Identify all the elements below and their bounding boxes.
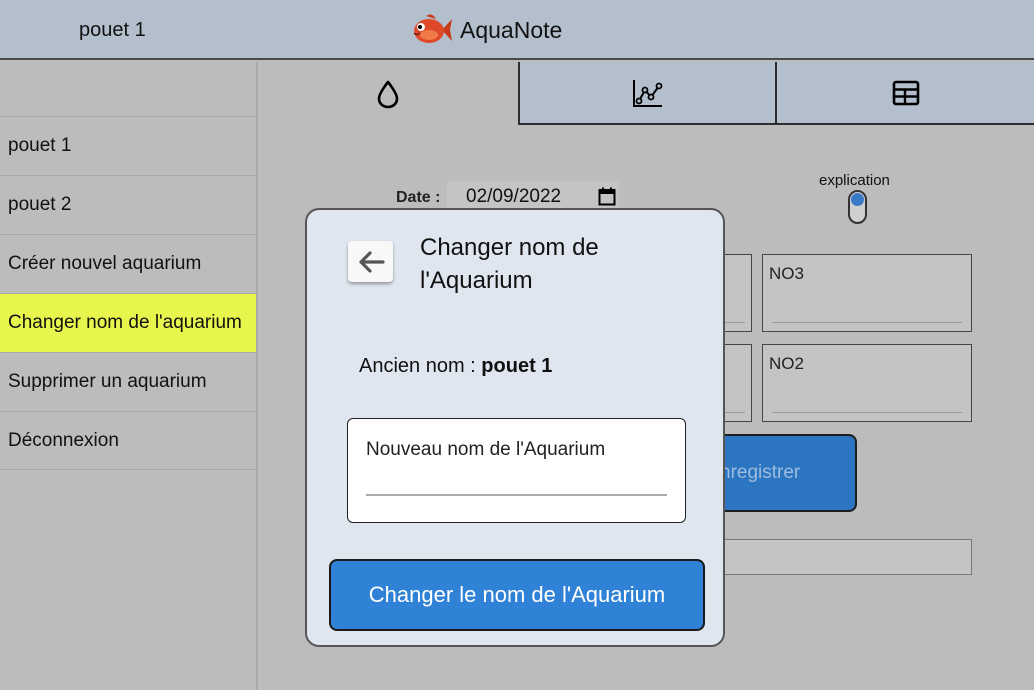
no2-field[interactable]: NO2 — [762, 344, 972, 422]
arrow-left-icon — [358, 250, 385, 273]
sidebar: pouet 1 pouet 2 Créer nouvel aquarium Ch… — [0, 62, 258, 690]
old-name-line: Ancien nom : pouet 1 — [359, 355, 552, 378]
tab-bar — [258, 62, 1034, 125]
sidebar-item-delete-aquarium[interactable]: Supprimer un aquarium — [0, 352, 256, 411]
dialog-title: Changer nom de l'Aquarium — [420, 234, 599, 294]
sidebar-item-pouet-1[interactable]: pouet 1 — [0, 116, 256, 175]
date-value: 02/09/2022 — [466, 186, 562, 207]
new-name-input[interactable]: Nouveau nom de l'Aquarium — [347, 418, 686, 523]
table-icon — [892, 80, 919, 105]
comment-field[interactable] — [718, 539, 972, 575]
toggle-knob — [851, 193, 864, 206]
sidebar-item-create-aquarium[interactable]: Créer nouvel aquarium — [0, 234, 256, 293]
explanation-toggle[interactable] — [848, 190, 867, 224]
old-name-value: pouet 1 — [481, 355, 553, 377]
app-title: AquaNote — [460, 16, 563, 43]
sidebar-item-pouet-2[interactable]: pouet 2 — [0, 175, 256, 234]
explanation-label: explication — [819, 172, 890, 189]
input-underline — [366, 494, 667, 496]
brand: AquaNote — [412, 10, 562, 50]
no3-field[interactable]: NO3 — [762, 254, 972, 332]
chart-icon — [632, 79, 662, 107]
app-header: pouet 1 AquaNote — [0, 0, 1034, 60]
no3-label: NO3 — [769, 264, 804, 283]
tab-measures[interactable] — [258, 62, 518, 125]
current-aquarium-name: pouet 1 — [79, 19, 146, 41]
new-name-placeholder: Nouveau nom de l'Aquarium — [366, 439, 606, 460]
rename-dialog: Changer nom de l'Aquarium Ancien nom : p… — [305, 208, 725, 647]
tab-table[interactable] — [775, 62, 1034, 125]
no2-label: NO2 — [769, 354, 804, 373]
water-drop-icon — [377, 80, 399, 108]
old-name-label: Ancien nom : — [359, 355, 482, 377]
tab-charts[interactable] — [518, 62, 775, 125]
fish-logo-icon — [413, 14, 452, 43]
rename-aquarium-button[interactable]: Changer le nom de l'Aquarium — [329, 559, 705, 631]
sidebar-item-rename-aquarium[interactable]: Changer nom de l'aquarium — [0, 293, 256, 352]
calendar-icon[interactable] — [598, 187, 616, 206]
save-button[interactable]: nregistrer — [710, 434, 857, 512]
date-label: Date : — [396, 189, 441, 206]
sidebar-item-logout[interactable]: Déconnexion — [0, 411, 256, 470]
back-button[interactable] — [348, 241, 393, 282]
